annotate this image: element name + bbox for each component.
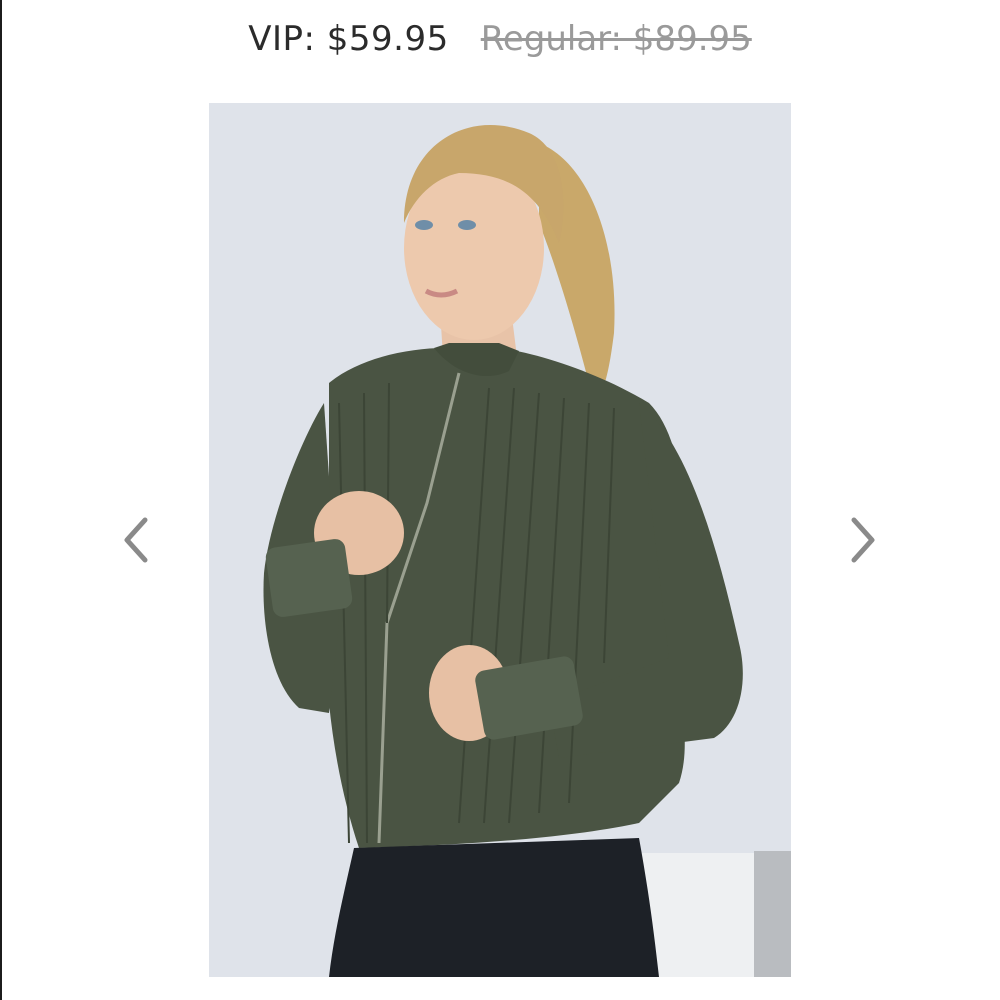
vip-price: VIP: $59.95 xyxy=(248,19,449,59)
product-photo-illustration xyxy=(209,103,791,977)
price-row: VIP: $59.95 Regular: $89.95 xyxy=(0,14,1000,64)
window-left-border xyxy=(0,0,2,1000)
product-photo[interactable] xyxy=(209,103,791,977)
next-image-button[interactable] xyxy=(842,514,882,566)
chevron-left-icon xyxy=(124,517,148,563)
regular-price: Regular: $89.95 xyxy=(480,19,752,59)
previous-image-button[interactable] xyxy=(117,514,157,566)
chevron-right-icon xyxy=(851,517,875,563)
